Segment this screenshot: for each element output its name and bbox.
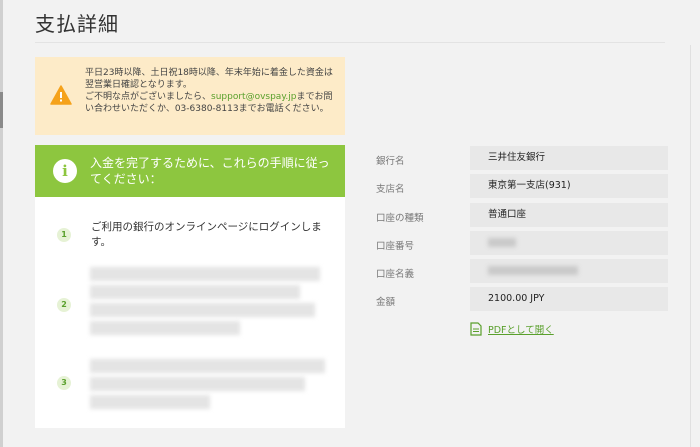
step-text-3-redacted [90,395,210,409]
account-type-value: 普通口座 [470,203,668,227]
step-text-2-redacted [90,303,315,317]
bank-name-value: 三井住友銀行 [470,146,668,170]
account-number-redacted [488,238,516,247]
left-edge-notch [0,92,3,128]
step-text-1: ご利用の銀行のオンラインページにログインします。 [91,221,322,248]
step-number-2: 2 [57,298,71,312]
document-icon [470,322,482,336]
account-number-label: 口座番号 [376,241,415,252]
bank-name-label: 銀行名 [376,156,405,167]
branch-name-value: 東京第一支店(931) [470,174,668,198]
right-divider [690,45,691,447]
left-edge [0,0,3,447]
warning-box: 平日23時以降、土日祝18時以降、年末年始に着金した資金は翌営業日確認となります… [35,57,345,135]
account-holder-redacted [488,266,578,275]
branch-name-label: 支店名 [376,184,405,195]
steps-card: i 入金を完了するために、これらの手順に従ってください： 1 ご利用の銀行のオン… [35,145,345,428]
steps-header: i 入金を完了するために、これらの手順に従ってください： [35,145,345,197]
step-number-1: 1 [57,228,71,242]
warning-icon [50,85,72,105]
info-icon: i [53,159,77,183]
account-type-label: 口座の種類 [376,213,424,224]
support-email-link[interactable]: support@ovspay.jp [211,92,296,102]
account-holder-label: 口座名義 [376,269,415,280]
amount-value: 2100.00 JPY [470,287,668,311]
title-divider [35,42,665,43]
warning-text: 平日23時以降、土日祝18時以降、年末年始に着金した資金は翌営業日確認となります… [85,67,337,115]
step-text-2-redacted [90,285,300,299]
page-title: 支払詳細 [35,12,119,36]
steps-header-text: 入金を完了するために、これらの手順に従ってください： [90,156,330,186]
step-text-2-redacted [90,321,240,335]
warning-line-1: 平日23時以降、土日祝18時以降、年末年始に着金した資金は翌営業日確認となります… [85,68,333,90]
step-text-3-redacted [90,377,305,391]
amount-label: 金額 [376,297,396,308]
warning-line-2-pre: ご不明な点がございましたら、 [85,92,212,102]
step-number-3: 3 [57,376,71,390]
open-pdf-label[interactable]: PDFとして開く [488,322,554,336]
step-text-3-redacted [90,359,325,373]
step-text-2-redacted [90,267,320,281]
